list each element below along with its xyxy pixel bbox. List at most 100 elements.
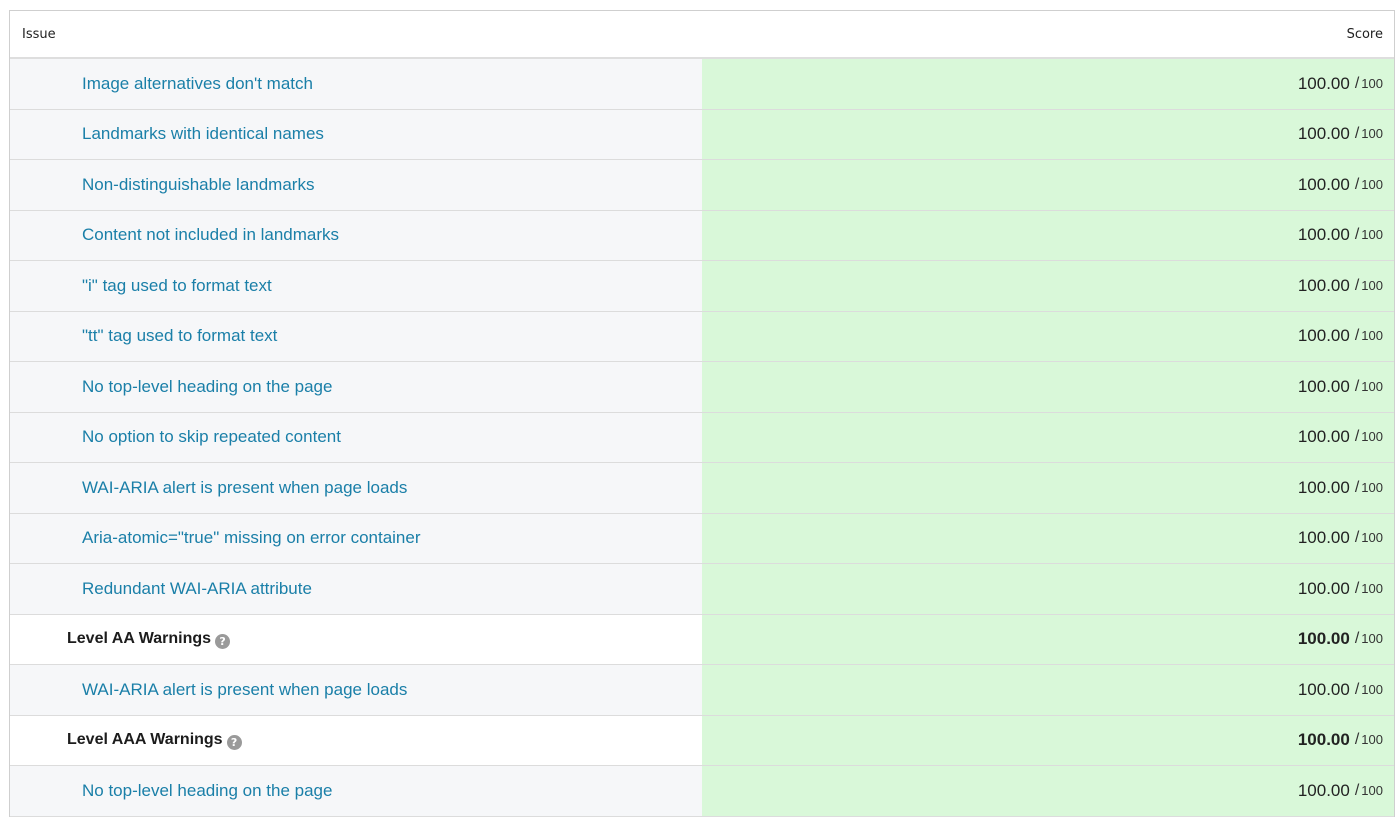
score-cell: 100.00/100	[1298, 160, 1383, 210]
score-max-value: 100	[1361, 176, 1383, 192]
score-value: 100.00	[1297, 376, 1350, 396]
score-max: /100	[1355, 75, 1383, 93]
issue-link[interactable]: No top-level heading on the page	[10, 781, 332, 801]
issue-link[interactable]: WAI-ARIA alert is present when page load…	[10, 478, 407, 498]
score-separator: /	[1354, 781, 1360, 799]
score-max-value: 100	[1361, 328, 1383, 344]
row-label-text: Content not included in landmarks	[82, 225, 340, 245]
score-value: 100.00	[1297, 124, 1350, 144]
score-value: 100.00	[1297, 174, 1350, 194]
score-cell: 100.00/100	[1298, 362, 1383, 412]
row-label-text: WAI-ARIA alert is present when page load…	[82, 477, 408, 497]
score-cell: 100.00/100	[1298, 413, 1383, 463]
score-cell: 100.00/100	[1298, 665, 1383, 715]
row-label-text: No option to skip repeated content	[82, 427, 341, 447]
score-max: /100	[1355, 630, 1383, 648]
row-label-text: Redundant WAI-ARIA attribute	[82, 578, 312, 598]
score-max-value: 100	[1361, 580, 1383, 596]
score-cell: 100.00/100	[1298, 463, 1383, 513]
score-cell: 100.00/100	[1298, 615, 1383, 665]
score-max-value: 100	[1361, 631, 1383, 647]
score-max-value: 100	[1361, 479, 1383, 495]
table-row: "i" tag used to format text 100.00/100	[10, 261, 1394, 312]
score-column-header[interactable]: Score	[1347, 27, 1383, 42]
issue-link[interactable]: "tt" tag used to format text	[10, 326, 277, 346]
table-row: "tt" tag used to format text 100.00/100	[10, 311, 1394, 362]
score-separator: /	[1354, 680, 1360, 698]
score-separator: /	[1354, 74, 1360, 92]
issue-link[interactable]: WAI-ARIA alert is present when page load…	[10, 680, 407, 700]
score-max: /100	[1355, 681, 1383, 699]
row-label-text: Non-distinguishable landmarks	[82, 174, 315, 194]
issue-link[interactable]: Redundant WAI-ARIA attribute	[10, 579, 312, 599]
score-cell: 100.00/100	[1298, 514, 1383, 564]
row-label-text: No top-level heading on the page	[82, 780, 333, 800]
issue-link[interactable]: Content not included in landmarks	[10, 225, 339, 245]
score-max-value: 100	[1361, 732, 1383, 748]
table-row: Content not included in landmarks 100.00/…	[10, 210, 1394, 261]
score-cell: 100.00/100	[1298, 766, 1383, 816]
score-max-value: 100	[1361, 429, 1383, 445]
help-icon[interactable]: ?	[215, 633, 231, 649]
score-max: /100	[1355, 479, 1383, 497]
score-max: /100	[1355, 580, 1383, 598]
score-cell-background	[702, 614, 1394, 664]
table-row: No top-level heading on the page 100.00/1…	[10, 362, 1394, 413]
score-value: 100.00	[1297, 629, 1350, 649]
score-value: 100.00	[1297, 275, 1350, 295]
score-cell-background	[702, 261, 1394, 311]
issue-link[interactable]: Non-distinguishable landmarks	[10, 175, 314, 195]
issue-link[interactable]: Landmarks with identical names	[10, 124, 324, 144]
score-value: 100.00	[1297, 73, 1350, 93]
issues-table: Issue Score Image alternatives don't mat…	[9, 10, 1395, 817]
score-cell-background	[702, 362, 1394, 412]
score-cell: 100.00/100	[1298, 312, 1383, 362]
score-max-value: 100	[1361, 530, 1383, 546]
score-separator: /	[1354, 579, 1360, 597]
score-value: 100.00	[1297, 780, 1350, 800]
score-separator: /	[1354, 327, 1360, 345]
group-label: Level AA Warnings?	[10, 630, 231, 649]
score-cell-background	[702, 564, 1394, 614]
score-cell-background	[702, 311, 1394, 361]
score-max: /100	[1355, 327, 1383, 345]
score-max: /100	[1355, 529, 1383, 547]
help-icon[interactable]: ?	[226, 734, 242, 750]
issue-link[interactable]: Image alternatives don't match	[10, 74, 313, 94]
score-separator: /	[1354, 276, 1360, 294]
score-separator: /	[1354, 731, 1360, 749]
issue-link[interactable]: "i" tag used to format text	[10, 276, 272, 296]
score-max: /100	[1355, 125, 1383, 143]
score-cell-background	[702, 463, 1394, 513]
table-body: Image alternatives don't match 100.00/100…	[10, 59, 1394, 817]
score-value: 100.00	[1297, 326, 1350, 346]
table-row: Aria-atomic="true" missing on error cont…	[10, 513, 1394, 564]
issue-link[interactable]: Aria-atomic="true" missing on error cont…	[10, 528, 421, 548]
score-cell-background	[702, 766, 1394, 816]
row-label-text: Image alternatives don't match	[82, 73, 313, 93]
score-max-value: 100	[1361, 126, 1383, 142]
score-max: /100	[1355, 176, 1383, 194]
score-separator: /	[1354, 175, 1360, 193]
score-cell: 100.00/100	[1298, 59, 1383, 109]
row-label-text: Landmarks with identical names	[82, 124, 324, 144]
score-cell-background	[702, 665, 1394, 715]
score-max: /100	[1355, 378, 1383, 396]
score-cell: 100.00/100	[1298, 564, 1383, 614]
score-value: 100.00	[1297, 679, 1350, 699]
score-cell: 100.00/100	[1298, 110, 1383, 160]
group-row: Level AAA Warnings? 100.00/100	[10, 715, 1394, 766]
table-row: No top-level heading on the page 100.00/1…	[10, 766, 1394, 817]
score-value: 100.00	[1297, 225, 1350, 245]
score-cell-background	[702, 109, 1394, 159]
score-max-value: 100	[1361, 378, 1383, 394]
score-max-value: 100	[1361, 75, 1383, 91]
issue-link[interactable]: No top-level heading on the page	[10, 377, 332, 397]
score-cell-background	[702, 412, 1394, 462]
issue-column-header[interactable]: Issue	[22, 27, 56, 42]
table-row: Image alternatives don't match 100.00/100	[10, 59, 1394, 110]
table-header: Issue Score	[10, 11, 1394, 59]
table-row: Non-distinguishable landmarks 100.00/100	[10, 160, 1394, 211]
row-label-text: "tt" tag used to format text	[82, 326, 278, 346]
issue-link[interactable]: No option to skip repeated content	[10, 427, 341, 447]
